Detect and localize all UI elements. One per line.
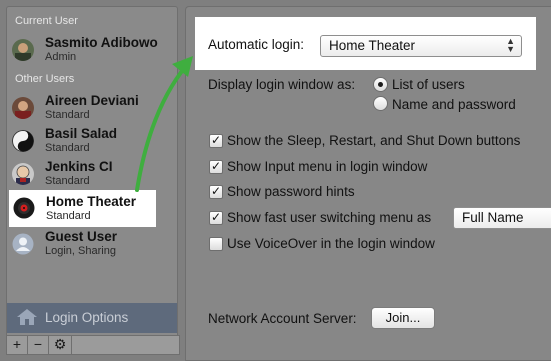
checkbox-show-sleep-restart[interactable]: ✓ xyxy=(209,134,223,148)
current-user-header: Current User xyxy=(15,15,78,27)
user-item-guest[interactable]: Guest User Login, Sharing xyxy=(7,227,177,261)
checkbox-show-password-hints[interactable]: ✓ xyxy=(209,185,223,199)
fast-user-switching-popup[interactable]: Full Name xyxy=(453,207,551,229)
user-item-jenkins[interactable]: Jenkins CI Standard xyxy=(7,157,177,191)
user-name: Jenkins CI xyxy=(45,159,113,174)
checkbox-label: Show Input menu in login window xyxy=(227,159,428,174)
checkbox-label: Use VoiceOver in the login window xyxy=(227,236,435,251)
radio-list-of-users[interactable] xyxy=(373,77,388,92)
user-item-aireen[interactable]: Aireen Deviani Standard xyxy=(7,91,177,125)
checkbox-voiceover[interactable] xyxy=(209,237,223,251)
user-name: Sasmito Adibowo xyxy=(45,35,158,50)
user-name: Home Theater xyxy=(46,194,137,209)
user-role: Standard xyxy=(45,175,90,187)
guest-user-icon xyxy=(12,233,34,255)
checkbox-show-input-menu[interactable]: ✓ xyxy=(209,160,223,174)
house-icon xyxy=(16,308,38,326)
avatar xyxy=(12,97,34,119)
user-item-current[interactable]: Sasmito Adibowo Admin xyxy=(7,33,177,67)
network-account-label: Network Account Server: xyxy=(208,311,357,326)
record-icon xyxy=(13,197,35,219)
checkbox-label: Show password hints xyxy=(227,184,355,199)
radio-name-and-password[interactable] xyxy=(373,96,388,111)
display-login-label: Display login window as: xyxy=(208,77,356,92)
user-role: Standard xyxy=(45,142,90,154)
gear-icon[interactable]: ⚙ xyxy=(49,336,72,354)
user-name: Aireen Deviani xyxy=(45,93,139,108)
user-name: Guest User xyxy=(45,229,118,244)
user-role: Standard xyxy=(46,210,91,222)
automatic-login-popup[interactable]: Home Theater ▲ ▼ xyxy=(320,35,522,57)
checkbox-label: Show fast user switching menu as xyxy=(227,210,432,225)
user-role: Login, Sharing xyxy=(45,245,116,257)
user-item-home-theater[interactable]: Home Theater Standard xyxy=(9,190,156,227)
other-users-header: Other Users xyxy=(15,73,75,85)
automatic-login-label: Automatic login: xyxy=(208,37,305,52)
yin-yang-icon xyxy=(12,130,34,152)
checkbox-label: Show the Sleep, Restart, and Shut Down b… xyxy=(227,133,521,148)
avatar xyxy=(12,39,34,61)
user-name: Basil Salad xyxy=(45,126,118,141)
join-button[interactable]: Join... xyxy=(371,307,435,329)
user-item-basil[interactable]: Basil Salad Standard xyxy=(7,124,177,158)
popup-arrows-icon: ▲ ▼ xyxy=(506,36,515,54)
users-sidebar: Current User Sasmito Adibowo Admin Other… xyxy=(6,6,178,341)
user-role: Standard xyxy=(45,109,90,121)
fast-user-switching-value: Full Name xyxy=(462,210,524,225)
checkbox-fast-user-switching[interactable]: ✓ xyxy=(209,211,223,225)
remove-user-button[interactable]: − xyxy=(28,336,49,354)
sidebar-toolbar: + − ⚙ xyxy=(6,335,180,355)
radio-list-of-users-label: List of users xyxy=(392,77,465,92)
add-user-button[interactable]: + xyxy=(7,336,28,354)
avatar xyxy=(12,163,34,185)
login-options-item[interactable]: Login Options xyxy=(7,303,177,333)
radio-name-and-password-label: Name and password xyxy=(392,97,516,112)
login-options-label: Login Options xyxy=(45,310,129,325)
automatic-login-value: Home Theater xyxy=(329,38,416,53)
user-role: Admin xyxy=(45,51,77,63)
